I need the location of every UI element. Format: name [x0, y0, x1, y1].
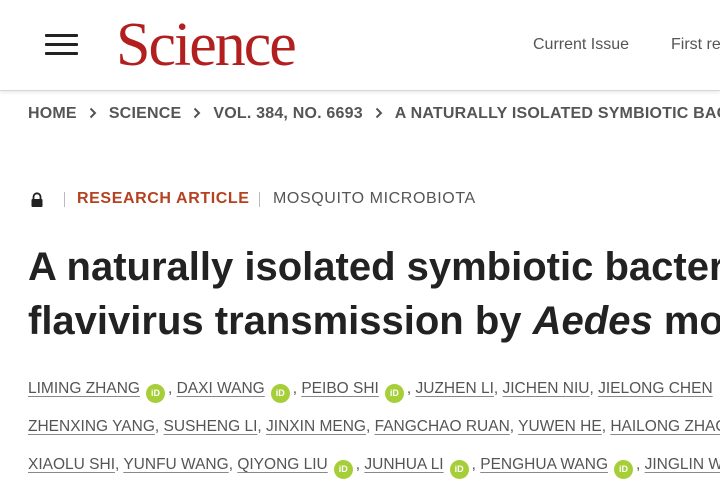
author-link[interactable]: PENGHUA WANG [480, 456, 608, 473]
author-link[interactable]: JINGLIN WANG [645, 456, 720, 473]
orcid-icon[interactable]: iD [145, 384, 165, 403]
author-link[interactable]: JICHEN NIU [503, 380, 590, 397]
article-title: A naturally isolated symbiotic bacterium… [28, 240, 720, 348]
author-link[interactable]: JUNHUA LI [364, 456, 443, 473]
author-link[interactable]: QIYONG LIU [237, 456, 327, 473]
menu-icon[interactable] [45, 34, 79, 56]
chevron-right-icon [193, 105, 201, 123]
orcid-icon[interactable]: iD [449, 460, 469, 479]
title-line-2: flavivirus transmission by Aedes mosquit… [28, 294, 720, 348]
breadcrumb: HOME SCIENCE VOL. 384, NO. 6693 A NATURALLY… [28, 105, 720, 125]
breadcrumb-article: A NATURALLY ISOLATED SYMBIOTIC BACTERIUM [394, 105, 720, 122]
title-text: flavivirus transmission by [28, 299, 533, 343]
author-link[interactable]: FANGCHAO RUAN [375, 418, 510, 435]
lock-icon [31, 192, 43, 207]
title-text: mosquitoes [663, 299, 720, 343]
orcid-icon[interactable]: iD [614, 460, 633, 479]
author-link[interactable]: LIMING ZHANG [28, 380, 140, 397]
author-link[interactable]: PEIBO SHI [301, 380, 379, 397]
author-link[interactable]: XIAOLU SHI [28, 456, 115, 473]
article-topic[interactable]: MOSQUITO MICROBIOTA [273, 190, 476, 208]
divider [64, 192, 65, 207]
author-link[interactable]: YUNFU WANG [123, 456, 228, 473]
article-type[interactable]: RESEARCH ARTICLE [77, 190, 250, 208]
nav-current-issue[interactable]: Current Issue [533, 36, 629, 54]
author-link[interactable]: JINXIN MENG [266, 418, 366, 435]
author-list-line-2: ZHENXING YANG, SUSHENG LI, JINXIN MENG, … [28, 418, 720, 436]
divider [259, 192, 260, 207]
author-link[interactable]: SUSHENG LI [164, 418, 258, 435]
orcid-icon[interactable]: iD [384, 384, 404, 403]
page: Science Current Issue First release pape… [0, 0, 720, 480]
nav-first-release[interactable]: First release papers [671, 36, 720, 54]
site-header: Science Current Issue First release pape… [0, 0, 720, 91]
breadcrumb-volume[interactable]: VOL. 384, NO. 6693 [213, 105, 362, 122]
chevron-right-icon [375, 105, 383, 123]
author-link[interactable]: JUZHEN LI [416, 380, 494, 397]
title-line-1: A naturally isolated symbiotic bacterium [28, 245, 720, 289]
title-italic: Aedes [532, 299, 653, 343]
author-link[interactable]: ZHENXING YANG [28, 418, 155, 435]
orcid-icon[interactable]: iD [333, 460, 353, 479]
breadcrumb-science[interactable]: SCIENCE [109, 105, 182, 122]
author-list-line-1: LIMING ZHANG iD, DAXI WANG iD, PEIBO SHI iD… [28, 380, 720, 403]
breadcrumb-home[interactable]: HOME [28, 105, 77, 122]
author-list-line-3: XIAOLU SHI, YUNFU WANG, QIYONG LIU iD, JU… [28, 456, 720, 479]
author-link[interactable]: HAILONG ZHAO [610, 418, 720, 435]
chevron-right-icon [89, 105, 97, 123]
science-logo[interactable]: Science [116, 10, 297, 80]
orcid-icon[interactable]: iD [270, 384, 290, 403]
author-link[interactable]: JIELONG CHEN [598, 380, 713, 397]
author-link[interactable]: DAXI WANG [177, 380, 265, 397]
author-link[interactable]: YUWEN HE [518, 418, 602, 435]
